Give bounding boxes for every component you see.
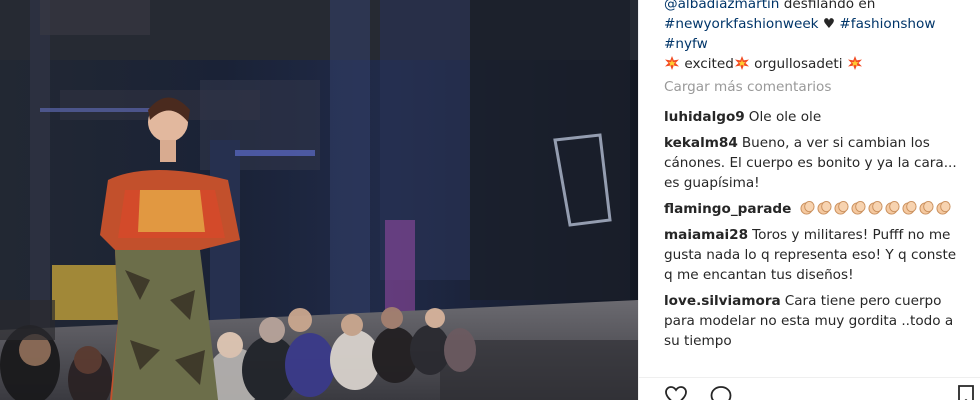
comment: flamingo_parade	[664, 199, 969, 219]
heart-icon[interactable]	[664, 384, 688, 400]
hashtag-link[interactable]: #nyfw	[664, 36, 708, 52]
hashtag-link[interactable]: #fashionshow	[839, 16, 935, 32]
hashtag-link[interactable]: #newyorkfashionweek	[664, 16, 819, 32]
caption-word: orgullosadeti	[754, 56, 843, 72]
comment: maiamai28 Toros y militares! Pufff no me …	[664, 225, 969, 285]
clapping-hands-emoji-icon	[936, 200, 951, 215]
post-actions-bar	[639, 377, 980, 400]
comment: love.silviamora Cara tiene pero cuerpo pa…	[664, 291, 969, 351]
bookmark-icon[interactable]	[954, 384, 978, 400]
comment-bubble-icon[interactable]	[709, 384, 733, 400]
caption-mention-link[interactable]: @albadiazmartin	[664, 0, 779, 12]
clapping-hands-emoji-icon	[902, 200, 917, 215]
clapping-hands-emoji-icon	[868, 200, 883, 215]
comment-username[interactable]: luhidalgo9	[664, 109, 745, 125]
comments-panel: @albadiazmartin desfilando en #newyorkfa…	[638, 0, 980, 400]
post-caption: @albadiazmartin desfilando en #newyorkfa…	[664, 0, 964, 74]
collision-emoji-icon	[847, 56, 862, 70]
clapping-hands-emoji-icon	[800, 200, 815, 215]
comment-username[interactable]: maiamai28	[664, 227, 748, 243]
comment-username[interactable]: kekalm84	[664, 135, 738, 151]
comment-username[interactable]: love.silviamora	[664, 293, 781, 309]
comment-text: Ole ole ole	[748, 109, 822, 125]
clapping-hands-emoji-icon	[885, 200, 900, 215]
clapping-hands-emoji-icon	[834, 200, 849, 215]
caption-text: desfilando en	[783, 0, 876, 12]
clapping-hands-emoji-icon	[919, 200, 934, 215]
comment-username[interactable]: flamingo_parade	[664, 201, 791, 217]
comment-list: luhidalgo9 Ole ole ole kekalm84 Bueno, a v…	[664, 107, 969, 357]
collision-emoji-icon	[734, 56, 749, 70]
comment: kekalm84 Bueno, a ver si cambian los cáno…	[664, 133, 969, 193]
runway-photo	[0, 0, 638, 400]
comment: luhidalgo9 Ole ole ole	[664, 107, 969, 127]
heart-glyph: ♥	[822, 16, 836, 32]
load-more-comments-button[interactable]: Cargar más comentarios	[664, 79, 831, 95]
clapping-hands-emoji-icon	[817, 200, 832, 215]
caption-word: excited	[684, 56, 734, 72]
clapping-hands-emoji-icon	[851, 200, 866, 215]
clapping-emoji-row	[800, 200, 953, 217]
collision-emoji-icon	[665, 56, 679, 70]
post-photo[interactable]	[0, 0, 638, 400]
